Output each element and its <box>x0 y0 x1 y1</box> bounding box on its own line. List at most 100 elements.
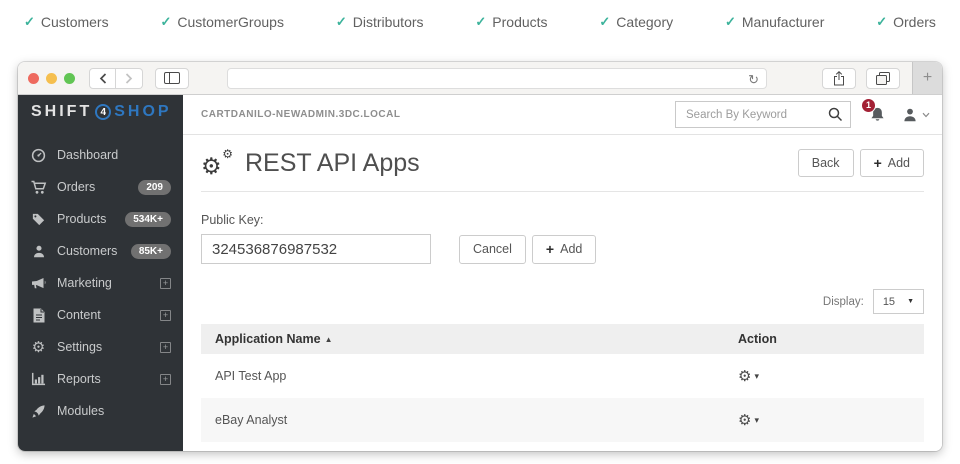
sidebar-item-dashboard[interactable]: Dashboard <box>18 139 183 171</box>
chevron-left-icon <box>99 73 107 84</box>
display-select-value: 15 <box>883 296 895 308</box>
add-button[interactable]: + Add <box>860 149 924 177</box>
sidebar-item-orders[interactable]: Orders 209 <box>18 171 183 203</box>
check-icon: ✓ <box>475 14 486 30</box>
add-key-button[interactable]: + Add <box>532 235 596 264</box>
logo-number-badge: 4 <box>95 104 111 120</box>
main-area: CARTDANILO-NEWADMIN.3DC.LOCAL 1 <box>183 95 942 451</box>
tabs-icon <box>876 72 890 85</box>
sidebar-toggle-button[interactable] <box>155 68 189 89</box>
add-key-button-label: Add <box>560 242 582 256</box>
check-icon: ✓ <box>160 14 171 30</box>
page-title-row: ⚙ ⚙ REST API Apps Back + Add <box>201 148 924 178</box>
status-item-manufacturer[interactable]: ✓Manufacturer <box>725 14 824 30</box>
forward-nav-button[interactable] <box>116 68 143 89</box>
logo-prefix: SHIFT <box>31 103 92 121</box>
expand-icon[interactable]: + <box>160 374 171 385</box>
status-item-products[interactable]: ✓Products <box>475 14 547 30</box>
sidebar-item-label: Modules <box>57 404 171 418</box>
row-actions-dropdown[interactable]: ⚙ ▾ <box>738 413 759 428</box>
sidebar-item-label: Content <box>57 308 150 322</box>
search-icon[interactable] <box>828 107 843 122</box>
sidebar-item-settings[interactable]: ⚙ Settings + <box>18 331 183 363</box>
cancel-button[interactable]: Cancel <box>459 235 526 264</box>
browser-window: ↻ + SHIFT 4 SHOP <box>18 62 942 451</box>
action-cell: ⚙ ▾ <box>738 413 910 428</box>
address-bar[interactable]: ↻ <box>227 68 767 89</box>
expand-icon[interactable]: + <box>160 342 171 353</box>
orders-count-badge: 209 <box>138 180 171 195</box>
refresh-icon[interactable]: ↻ <box>748 70 759 89</box>
sidebar-item-label: Dashboard <box>57 148 171 162</box>
sidebar-item-marketing[interactable]: Marketing + <box>18 267 183 299</box>
title-divider <box>201 191 924 192</box>
back-button[interactable]: Back <box>798 149 854 177</box>
expand-icon[interactable]: + <box>160 278 171 289</box>
sidebar-item-reports[interactable]: Reports + <box>18 363 183 395</box>
sidebar-item-modules[interactable]: Modules <box>18 395 183 427</box>
share-icon <box>833 71 845 86</box>
column-application-name[interactable]: Application Name ▲ <box>215 332 738 346</box>
status-item-label: Customers <box>41 14 109 30</box>
sidebar-item-label: Products <box>57 212 115 226</box>
status-item-orders[interactable]: ✓Orders <box>876 14 936 30</box>
sort-asc-icon: ▲ <box>325 335 333 344</box>
sidebar-item-customers[interactable]: Customers 85K+ <box>18 235 183 267</box>
row-actions-dropdown[interactable]: ⚙ ▾ <box>738 369 759 384</box>
user-icon <box>902 107 918 123</box>
gauge-icon <box>30 148 47 163</box>
plus-icon: + <box>546 241 554 257</box>
search-input[interactable] <box>676 102 850 127</box>
close-button[interactable] <box>28 73 39 84</box>
rocket-icon <box>30 404 47 419</box>
status-item-category[interactable]: ✓Category <box>599 14 673 30</box>
check-icon: ✓ <box>24 14 35 30</box>
notification-count-badge: 1 <box>861 98 876 113</box>
back-nav-button[interactable] <box>89 68 116 89</box>
notifications-button[interactable]: 1 <box>869 106 886 124</box>
display-select[interactable]: 15 ▼ <box>873 289 924 314</box>
share-button[interactable] <box>822 68 856 89</box>
app-name-cell: eBay Analyst <box>215 413 738 427</box>
status-item-customergroups[interactable]: ✓ CustomerGroups <box>160 14 284 30</box>
caret-down-icon: ▾ <box>754 415 759 426</box>
check-icon: ✓ <box>599 14 610 30</box>
sidebar-item-label: Marketing <box>57 276 150 290</box>
chevron-down-icon <box>922 112 930 118</box>
page-content: ⚙ ⚙ REST API Apps Back + Add Public Key: <box>183 135 942 451</box>
sidebar: SHIFT 4 SHOP Dashboard Orders 209 <box>18 95 183 451</box>
status-item-label: Distributors <box>353 14 424 30</box>
public-key-label: Public Key: <box>201 213 924 227</box>
status-item-label: Manufacturer <box>742 14 824 30</box>
search-box <box>675 101 851 128</box>
bar-chart-icon <box>30 372 47 386</box>
status-item-customers[interactable]: ✓ Customers <box>24 14 109 30</box>
expand-icon[interactable]: + <box>160 310 171 321</box>
sidebar-item-label: Orders <box>57 180 128 194</box>
tab-overview-button[interactable] <box>866 68 900 89</box>
status-item-label: CustomerGroups <box>177 14 284 30</box>
public-key-row: Cancel + Add <box>201 234 924 264</box>
sidebar-panel-icon <box>164 72 180 84</box>
select-caret-icon: ▼ <box>907 298 914 305</box>
zoom-button[interactable] <box>64 73 75 84</box>
shift4shop-logo[interactable]: SHIFT 4 SHOP <box>18 95 183 129</box>
plus-icon: + <box>923 69 932 87</box>
public-key-input[interactable] <box>201 234 431 264</box>
column-label: Application Name <box>215 332 321 346</box>
sidebar-item-content[interactable]: Content + <box>18 299 183 331</box>
page-title: REST API Apps <box>245 149 798 178</box>
table-row: eBay Analyst ⚙ ▾ <box>201 398 924 442</box>
check-icon: ✓ <box>876 14 887 30</box>
new-tab-button[interactable]: + <box>912 62 942 94</box>
admin-topbar: CARTDANILO-NEWADMIN.3DC.LOCAL 1 <box>183 95 942 135</box>
action-cell: ⚙ ▾ <box>738 369 910 384</box>
status-item-distributors[interactable]: ✓Distributors <box>336 14 424 30</box>
app-body: SHIFT 4 SHOP Dashboard Orders 209 <box>18 95 942 451</box>
document-icon <box>30 308 47 323</box>
user-menu-button[interactable] <box>902 107 930 123</box>
sidebar-item-products[interactable]: Products 534K+ <box>18 203 183 235</box>
status-bar: ✓Customers ✓CustomerGroups ✓Distributors… <box>0 0 960 44</box>
minimize-button[interactable] <box>46 73 57 84</box>
sidebar-item-label: Settings <box>57 340 150 354</box>
